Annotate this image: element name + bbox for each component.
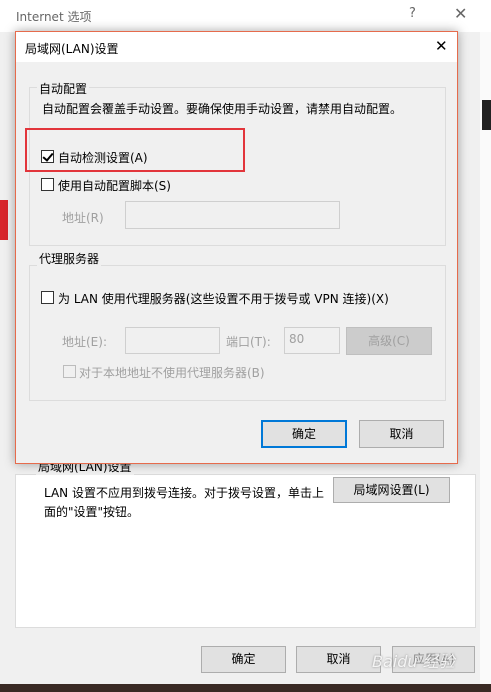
proxy-port-input[interactable]: 80	[284, 327, 340, 354]
ok-button[interactable]: 确定	[201, 646, 286, 673]
close-icon[interactable]: ✕	[454, 4, 467, 23]
dialog-title: 局域网(LAN)设置	[25, 42, 119, 56]
window-right-edge	[480, 32, 491, 692]
auto-detect-label[interactable]: 自动检测设置(A)	[58, 149, 148, 166]
lan-settings-button[interactable]: 局域网设置(L)	[333, 477, 450, 503]
cancel-button[interactable]: 取消	[296, 646, 381, 673]
use-proxy-label[interactable]: 为 LAN 使用代理服务器(这些设置不用于拨号或 VPN 连接)(X)	[58, 290, 389, 307]
proxy-address-input[interactable]	[125, 327, 220, 354]
advanced-button[interactable]: 高级(C)	[346, 327, 432, 355]
auto-config-group-label: 自动配置	[37, 80, 90, 97]
window-left-edge	[0, 32, 10, 692]
script-address-label: 地址(R)	[62, 211, 104, 225]
cancel-button[interactable]: 取消	[359, 420, 444, 448]
background-red-mark	[0, 200, 8, 240]
auto-detect-checkbox[interactable]	[41, 150, 54, 163]
bypass-local-checkbox[interactable]	[63, 365, 76, 378]
watermark: Baidu 经验	[372, 652, 455, 671]
background-dark-mark	[482, 100, 491, 130]
script-address-input[interactable]	[125, 201, 340, 229]
use-proxy-checkbox[interactable]	[41, 291, 54, 304]
config-script-label[interactable]: 使用自动配置脚本(S)	[58, 177, 171, 194]
ok-button[interactable]: 确定	[261, 420, 347, 448]
dialog-titlebar: 局域网(LAN)设置 ✕	[16, 32, 457, 62]
proxy-port-label: 端口(T):	[226, 335, 271, 349]
config-script-checkbox[interactable]	[41, 178, 54, 191]
internet-options-titlebar: Internet 选项 ? ✕	[0, 0, 491, 32]
help-icon[interactable]: ?	[409, 6, 416, 21]
auto-config-description: 自动配置会覆盖手动设置。要确保使用手动设置，请禁用自动配置。	[42, 102, 403, 116]
close-icon[interactable]: ✕	[435, 37, 448, 55]
internet-options-title: Internet 选项	[16, 10, 92, 24]
desktop-bottom-strip	[0, 684, 491, 692]
proxy-address-label: 地址(E):	[62, 335, 107, 349]
lan-settings-dialog: 局域网(LAN)设置 ✕ 自动配置 自动配置会覆盖手动设置。要确保使用手动设置，…	[15, 31, 458, 464]
proxy-server-group-label: 代理服务器	[37, 250, 102, 267]
lan-settings-description: LAN 设置不应用到拨号连接。对于拨号设置，单击上面的"设置"按钮。	[44, 486, 324, 519]
bypass-local-label[interactable]: 对于本地地址不使用代理服务器(B)	[79, 364, 265, 381]
